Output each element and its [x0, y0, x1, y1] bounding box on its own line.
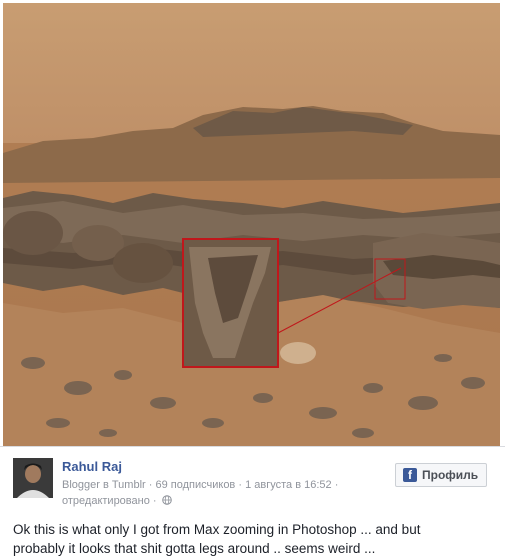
post-text: Ok this is what only I got from Max zoom… — [13, 520, 493, 558]
meta-separator: · — [152, 495, 157, 507]
followers-count[interactable]: 69 подписчиков — [155, 479, 235, 491]
profile-button-label: Профиль — [422, 468, 479, 482]
avatar-photo — [13, 458, 53, 498]
post-divider — [0, 446, 505, 447]
avatar[interactable] — [13, 458, 53, 498]
meta-separator: · — [334, 479, 339, 491]
mars-photo-drawing — [3, 3, 500, 446]
meta-separator: · — [148, 479, 153, 491]
meta-separator: · — [238, 479, 243, 491]
post-text-line-2: probably it looks that shit gotta legs a… — [13, 541, 376, 556]
facebook-icon: f — [403, 468, 417, 482]
mars-photo[interactable] — [3, 3, 500, 446]
edited-line: отредактировано · — [62, 495, 172, 507]
globe-icon[interactable] — [161, 495, 172, 505]
edited-label[interactable]: отредактировано — [62, 495, 150, 507]
author-name-link[interactable]: Rahul Raj — [62, 459, 122, 474]
post-text-line-1: Ok this is what only I got from Max zoom… — [13, 522, 421, 537]
post-meta: Blogger в Tumblr · 69 подписчиков · 1 ав… — [62, 479, 338, 491]
author-role: Blogger в Tumblr — [62, 479, 146, 491]
profile-button[interactable]: f Профиль — [395, 463, 487, 487]
post-timestamp[interactable]: 1 августа в 16:52 — [245, 479, 332, 491]
